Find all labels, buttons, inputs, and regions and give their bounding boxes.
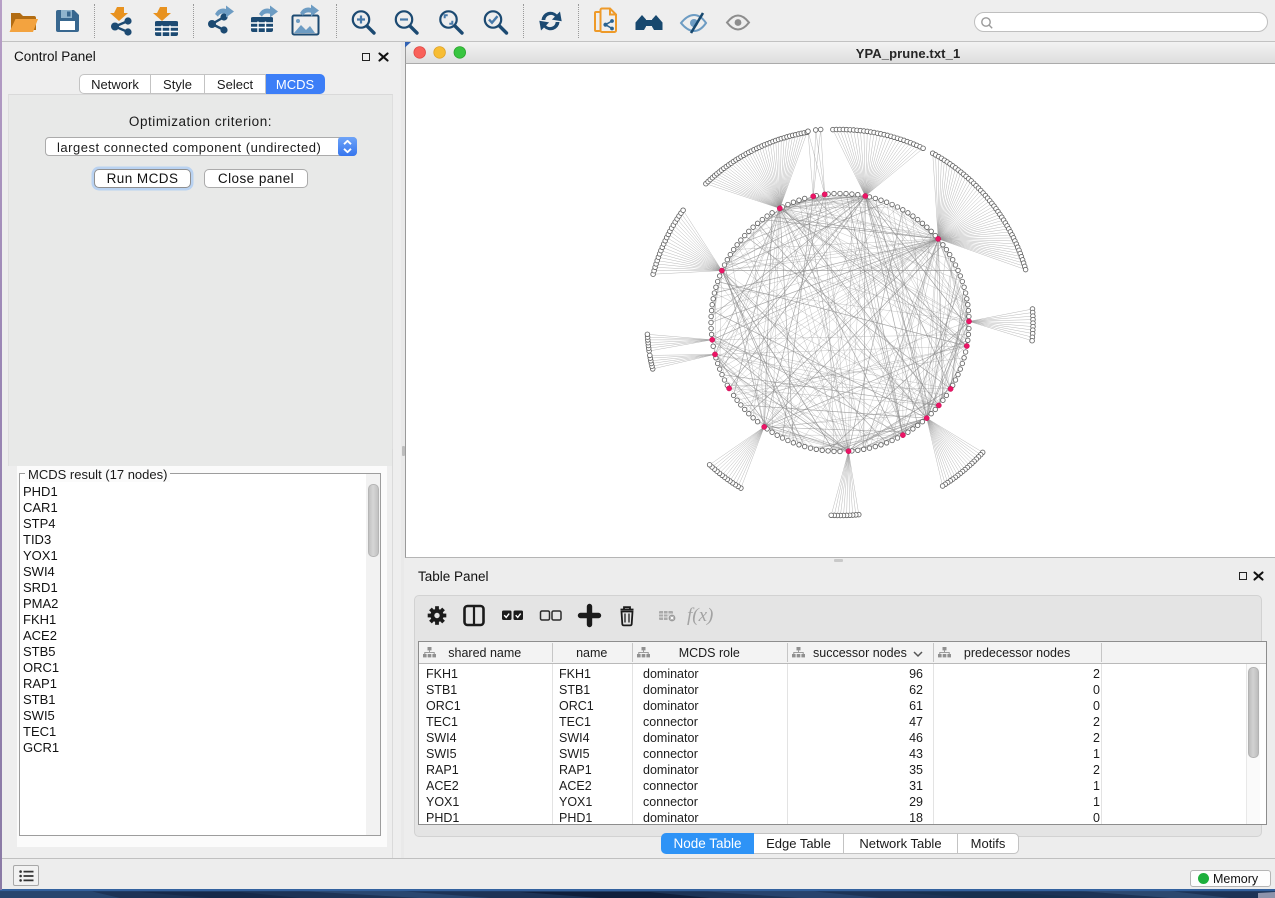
svg-text:f(x): f(x) <box>687 605 713 626</box>
